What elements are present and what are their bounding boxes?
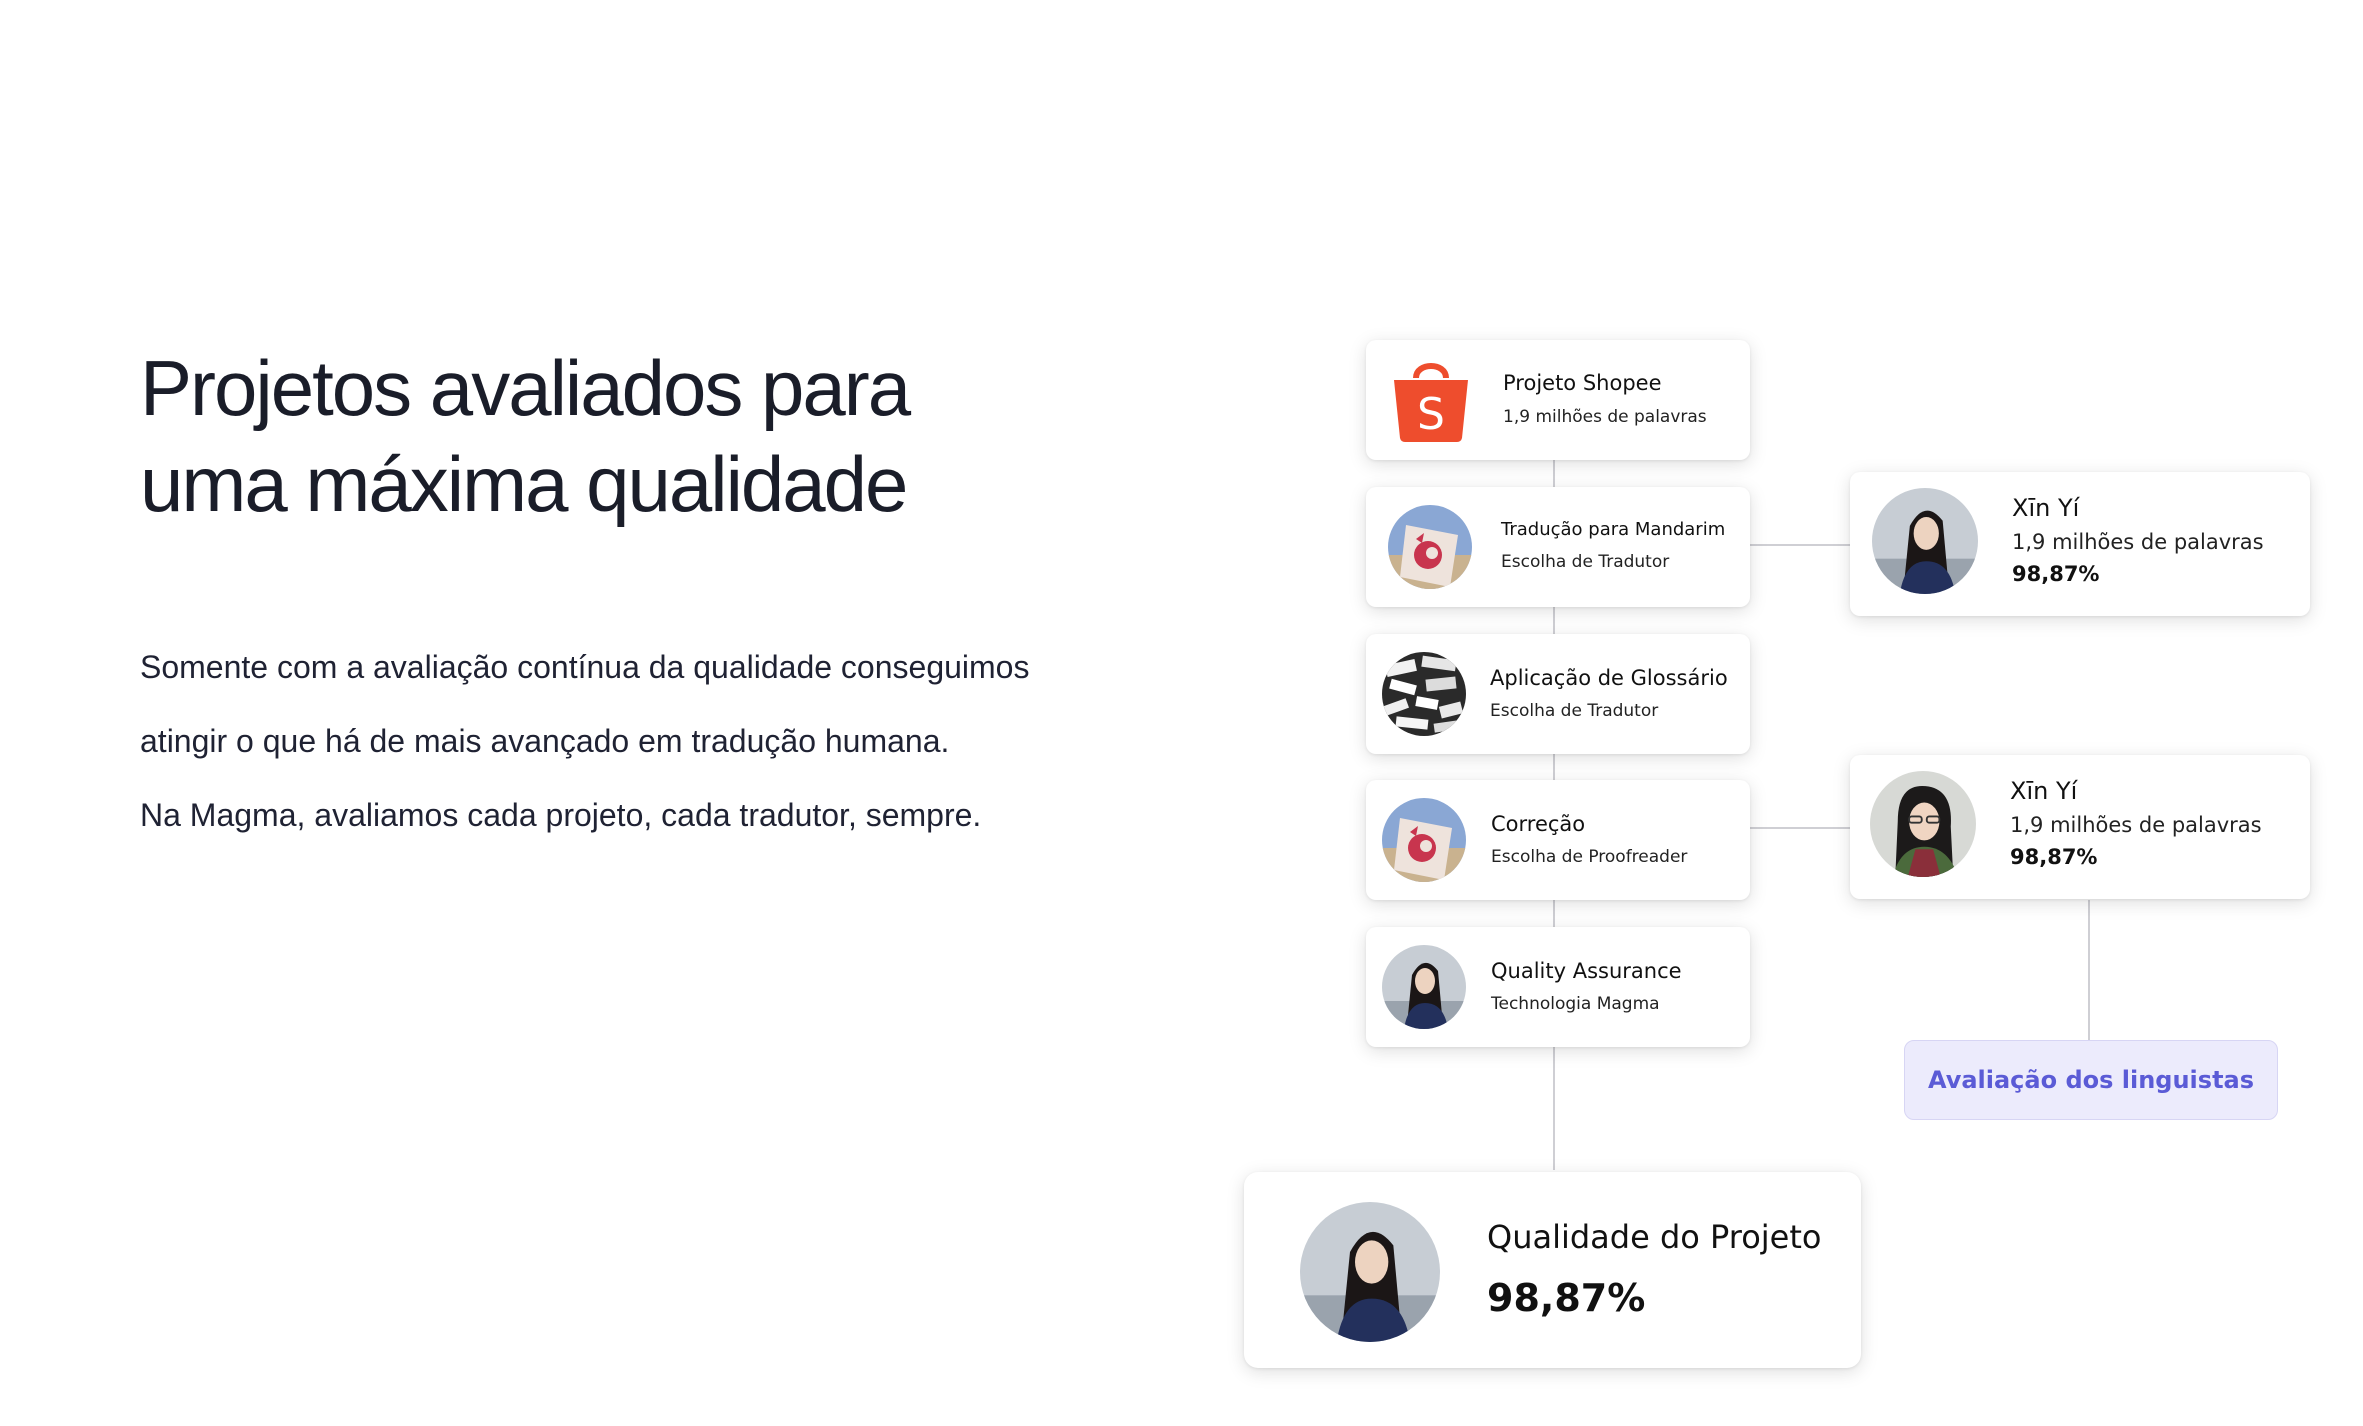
step-title: Projeto Shopee [1503,371,1662,395]
linguist-words: 1,9 milhões de palavras [2012,530,2264,554]
page-title-line-1: Projetos avaliados para [140,344,911,432]
shopee-bag-icon: S [1388,356,1474,444]
linguist-name: Xīn Yí [2012,494,2080,522]
linguist-avatar [1872,488,1978,594]
step-subtitle: Escolha de Tradutor [1490,701,1659,721]
page-title-line-2: uma máxima qualidade [140,440,908,528]
step-subtitle: 1,9 milhões de palavras [1503,407,1707,427]
project-quality-title: Qualidade do Projeto [1487,1218,1822,1256]
mandarin-flag-avatar [1388,505,1472,589]
word-collage-avatar [1382,652,1466,736]
step-title: Correção [1491,812,1586,836]
project-avatar [1300,1202,1440,1342]
step-subtitle: Escolha de Proofreader [1491,847,1688,867]
step-title: Tradução para Mandarim [1501,519,1726,540]
linguist-card[interactable]: Xīn Yí 1,9 milhões de palavras 98,87% [1850,755,2310,899]
step-card-mandarin[interactable]: Tradução para Mandarim Escolha de Tradut… [1366,487,1750,607]
linguist-avatar [1870,771,1976,877]
step-subtitle: Escolha de Tradutor [1501,552,1670,572]
step-card-correction[interactable]: Correção Escolha de Proofreader [1366,780,1750,900]
linguist-evaluation-badge[interactable]: Avaliação dos linguistas [1904,1040,2278,1120]
intro-paragraph-3: Na Magma, avaliamos cada projeto, cada t… [140,797,982,833]
connector-line [1750,827,1850,829]
step-subtitle: Technologia Magma [1491,994,1660,1014]
step-card-glossary[interactable]: Aplicação de Glossário Escolha de Tradut… [1366,634,1750,754]
linguist-score: 98,87% [2010,845,2098,869]
connector-line [1750,544,1850,546]
step-title: Quality Assurance [1491,959,1682,983]
project-quality-card[interactable]: Qualidade do Projeto 98,87% [1244,1172,1861,1368]
person-avatar [1382,945,1466,1029]
linguist-words: 1,9 milhões de palavras [2010,813,2262,837]
page-title: Projetos avaliados para uma máxima quali… [140,340,911,532]
intro-paragraph-1: Somente com a avaliação contínua da qual… [140,649,1030,685]
linguist-score: 98,87% [2012,562,2100,586]
step-card-quality-assurance[interactable]: Quality Assurance Technologia Magma [1366,927,1750,1047]
project-quality-score: 98,87% [1487,1276,1646,1320]
step-title: Aplicação de Glossário [1490,666,1728,690]
step-card-shopee[interactable]: S Projeto Shopee 1,9 milhões de palavras [1366,340,1750,460]
intro-text: Somente com a avaliação contínua da qual… [140,630,1140,852]
linguist-card[interactable]: Xīn Yí 1,9 milhões de palavras 98,87% [1850,472,2310,616]
linguist-name: Xīn Yí [2010,777,2078,805]
intro-paragraph-2: atingir o que há de mais avançado em tra… [140,723,950,759]
mandarin-flag-avatar [1382,798,1466,882]
svg-text:S: S [1417,389,1445,440]
connector-line [2088,900,2090,1040]
